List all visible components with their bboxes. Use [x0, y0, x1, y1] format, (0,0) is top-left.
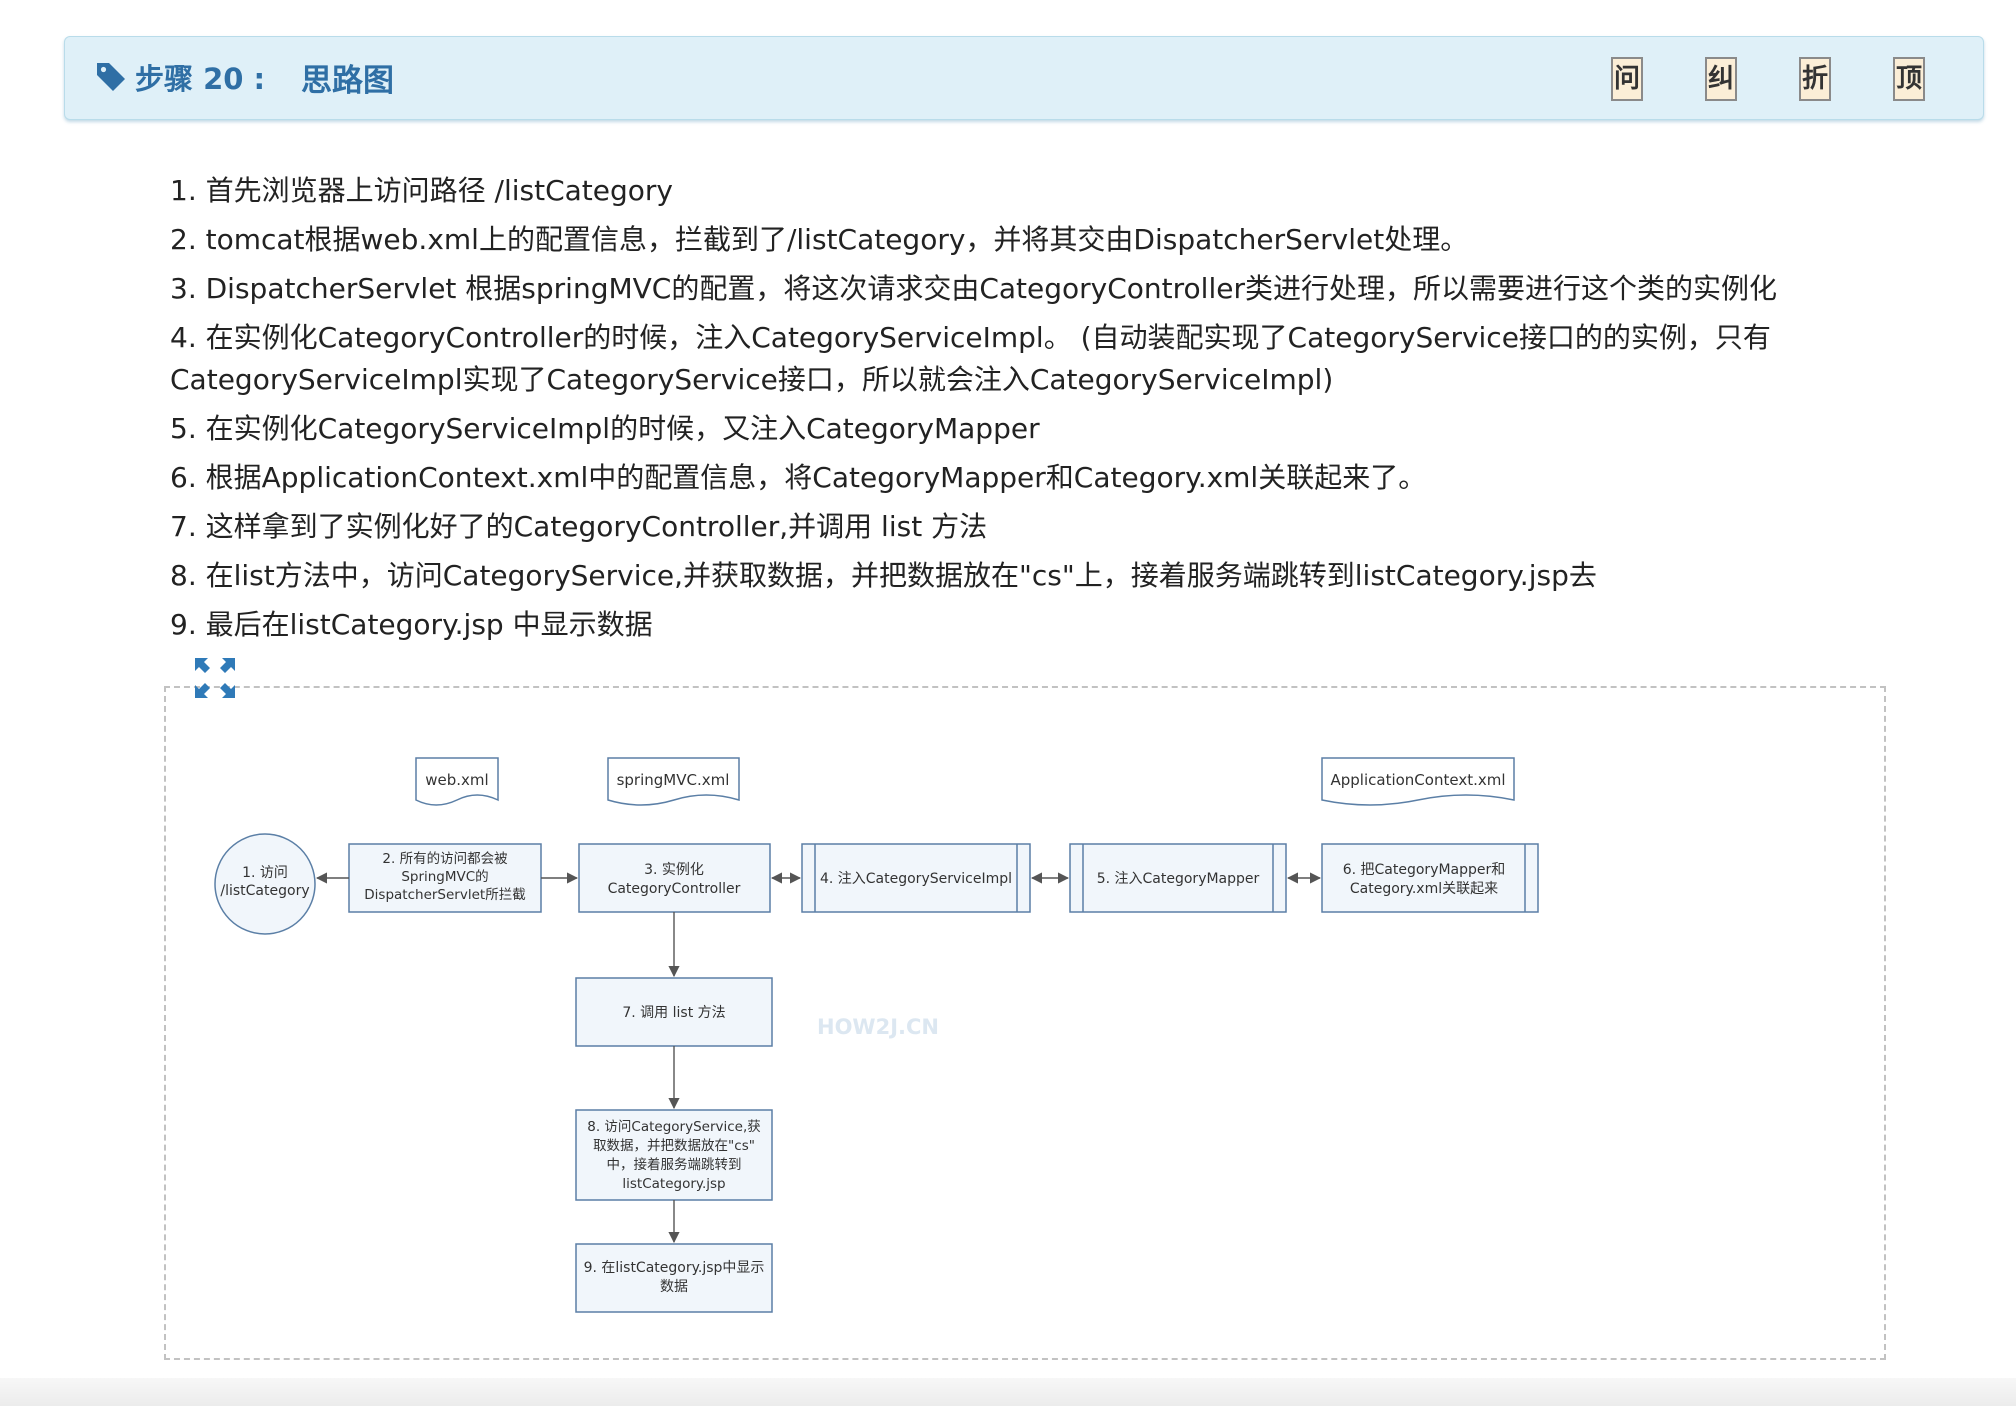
step-list: 1. 首先浏览器上访问路径 /listCategory 2. tomcat根据w… — [170, 170, 1820, 653]
correct-button[interactable]: 纠 — [1705, 57, 1737, 101]
list-item: 4. 在实例化CategoryController的时候，注入CategoryS… — [170, 321, 1771, 396]
node-8-line-2: 取数据，并把数据放在"cs" — [593, 1138, 755, 1154]
doc-springmvc-xml: springMVC.xml — [607, 757, 740, 806]
node-6-bind-mapper-xml: 6. 把CategoryMapper和 Category.xml关联起来 — [1321, 843, 1539, 913]
node-5-label: 5. 注入CategoryMapper — [1097, 871, 1260, 887]
flow-diagram: web.xml springMVC.xml ApplicationContext… — [214, 757, 1539, 1313]
node-7-call-list: 7. 调用 list 方法 — [575, 977, 773, 1047]
step-title: 思路图 — [301, 63, 394, 99]
list-item: 2. tomcat根据web.xml上的配置信息，拦截到了/listCatego… — [170, 223, 1469, 256]
doc-springmvc-xml-label: springMVC.xml — [617, 771, 730, 789]
doc-applicationcontext-xml: ApplicationContext.xml — [1321, 757, 1515, 806]
node-7-label: 7. 调用 list 方法 — [622, 1005, 725, 1021]
node-6-line-2: Category.xml关联起来 — [1350, 881, 1498, 897]
list-item: 6. 根据ApplicationContext.xml中的配置信息，将Categ… — [170, 461, 1427, 494]
node-8-line-3: 中，接着服务端跳转到 — [607, 1156, 742, 1173]
list-item: 8. 在list方法中，访问CategoryService,并获取数据，并把数据… — [170, 559, 1597, 592]
step-header: 步骤 20 : 思路图 问 纠 折 顶 — [64, 36, 1984, 120]
node-1-line-1: 1. 访问 — [242, 865, 288, 881]
list-item: 3. DispatcherServlet 根据springMVC的配置，将这次请… — [170, 272, 1777, 305]
ask-button[interactable]: 问 — [1611, 57, 1643, 101]
top-button[interactable]: 顶 — [1893, 57, 1925, 101]
node-9-display-data: 9. 在listCategory.jsp中显示 数据 — [575, 1243, 773, 1313]
list-item: 5. 在实例化CategoryServiceImpl的时候，又注入Categor… — [170, 412, 1040, 445]
node-9-line-2: 数据 — [660, 1279, 688, 1295]
collapse-button[interactable]: 折 — [1799, 57, 1831, 101]
doc-applicationcontext-xml-label: ApplicationContext.xml — [1331, 771, 1506, 789]
node-2-line-2: SpringMVC的 — [401, 869, 488, 885]
diagram-container: web.xml springMVC.xml ApplicationContext… — [164, 686, 1886, 1360]
node-5-inject-mapper: 5. 注入CategoryMapper — [1069, 843, 1287, 913]
node-4-label: 4. 注入CategoryServiceImpl — [820, 871, 1012, 887]
list-item: 9. 最后在listCategory.jsp 中显示数据 — [170, 608, 653, 641]
node-9-line-1: 9. 在listCategory.jsp中显示 — [584, 1260, 765, 1276]
doc-web-xml-label: web.xml — [425, 771, 488, 789]
node-4-inject-service: 4. 注入CategoryServiceImpl — [801, 843, 1031, 913]
node-8-line-1: 8. 访问CategoryService,获 — [587, 1119, 761, 1135]
node-1-access: 1. 访问 /listCategory — [214, 833, 316, 935]
node-3-instantiate-controller: 3. 实例化 CategoryController — [578, 843, 771, 913]
watermark: HOW2J.CN — [817, 1015, 939, 1039]
node-2-intercept: 2. 所有的访问都会被 SpringMVC的 DispatcherServlet… — [348, 843, 542, 913]
node-6-line-1: 6. 把CategoryMapper和 — [1343, 862, 1506, 878]
expand-icon[interactable] — [193, 656, 237, 700]
list-item: 1. 首先浏览器上访问路径 /listCategory — [170, 174, 673, 207]
node-1-line-2: /listCategory — [220, 883, 309, 899]
step-number: 步骤 20 : — [135, 62, 266, 96]
node-2-line-1: 2. 所有的访问都会被 — [382, 851, 508, 867]
doc-web-xml: web.xml — [415, 757, 499, 806]
node-2-line-3: DispatcherServlet所拦截 — [364, 887, 525, 903]
node-8-get-data: 8. 访问CategoryService,获 取数据，并把数据放在"cs" 中，… — [575, 1109, 773, 1201]
list-item: 7. 这样拿到了实例化好了的CategoryController,并调用 lis… — [170, 510, 988, 543]
node-3-line-2: CategoryController — [608, 881, 741, 897]
node-3-line-1: 3. 实例化 — [644, 862, 704, 878]
tag-icon — [97, 63, 125, 91]
node-8-line-4: listCategory.jsp — [622, 1176, 725, 1192]
bottom-bar — [0, 1378, 2016, 1406]
